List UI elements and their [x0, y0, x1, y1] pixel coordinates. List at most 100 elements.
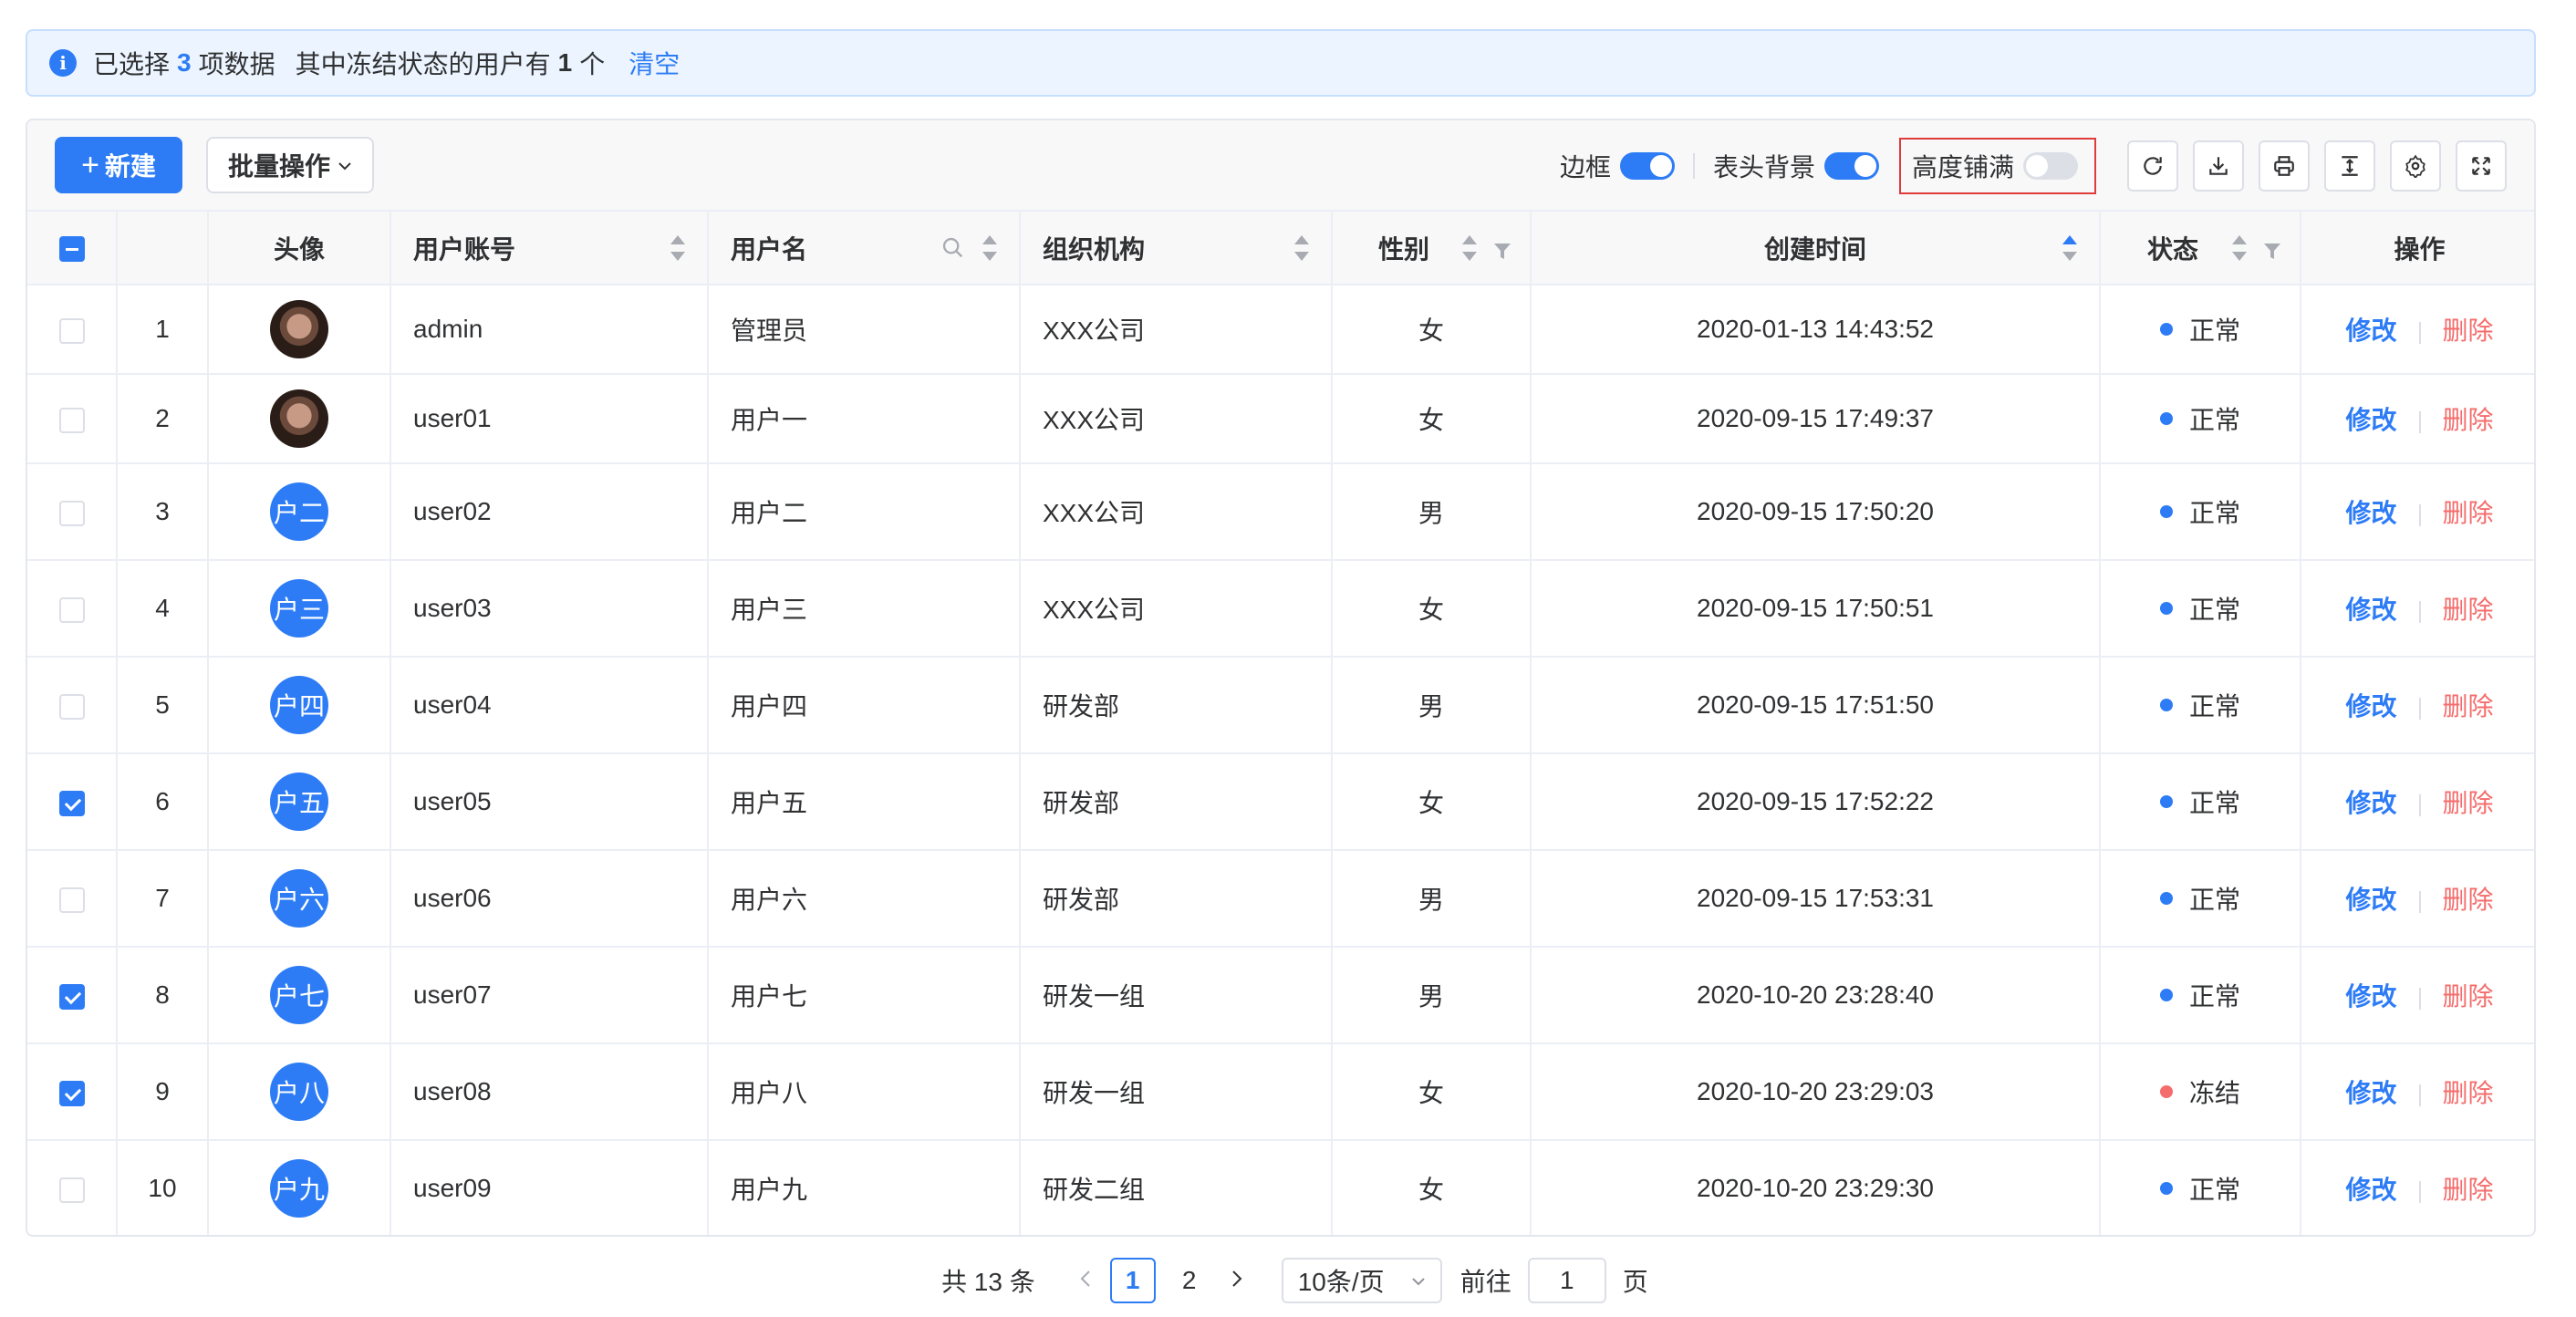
border-switch[interactable]	[1619, 152, 1675, 180]
table-row: 10 户九 user09 用户九 研发二组女 2020-10-20 23:29:30 正常 修…	[27, 1140, 2534, 1235]
status-header-label: 状态	[2146, 234, 2198, 264]
row-index: 6	[117, 753, 209, 851]
status-header[interactable]: 状态	[2100, 212, 2301, 285]
row-checkbox[interactable]	[58, 983, 85, 1010]
sort-icon[interactable]	[2062, 235, 2077, 261]
height-fill-switch[interactable]	[2023, 152, 2078, 180]
sort-icon[interactable]	[982, 235, 997, 261]
edit-link[interactable]: 修改	[2345, 789, 2396, 817]
download-icon[interactable]	[2193, 140, 2244, 192]
edit-link[interactable]: 修改	[2345, 596, 2396, 624]
settings-icon[interactable]	[2390, 140, 2441, 192]
status-badge: 正常	[2188, 316, 2240, 345]
row-checkbox[interactable]	[58, 693, 85, 720]
avatar-cell: 户六	[208, 850, 391, 948]
edit-link[interactable]: 修改	[2345, 1176, 2396, 1204]
avatar-cell	[208, 374, 391, 464]
page-size-select[interactable]: 10条/页	[1281, 1258, 1442, 1303]
row-checkbox[interactable]	[58, 887, 85, 913]
row-checkbox[interactable]	[58, 1080, 85, 1106]
account-cell: user03	[390, 560, 709, 658]
print-icon[interactable]	[2259, 140, 2310, 192]
refresh-icon[interactable]	[2127, 140, 2178, 192]
header-bg-switch-label: 表头背景	[1712, 153, 1815, 181]
delete-link[interactable]: 删除	[2443, 886, 2494, 914]
row-checkbox[interactable]	[58, 790, 85, 816]
select-all-checkbox[interactable]	[58, 236, 85, 263]
actions-cell: 修改 删除	[2301, 374, 2534, 464]
info-icon: i	[49, 49, 77, 77]
delete-link[interactable]: 删除	[2443, 789, 2494, 817]
row-checkbox[interactable]	[58, 596, 85, 623]
sort-icon[interactable]	[2232, 235, 2247, 261]
gender-header[interactable]: 性别	[1332, 212, 1532, 285]
account-cell: user07	[390, 947, 709, 1044]
edit-link[interactable]: 修改	[2345, 886, 2396, 914]
edit-link[interactable]: 修改	[2345, 316, 2396, 345]
sort-icon[interactable]	[1462, 235, 1477, 261]
row-checkbox[interactable]	[58, 500, 85, 526]
delete-link[interactable]: 删除	[2443, 406, 2494, 434]
batch-operation-dropdown[interactable]: 批量操作	[206, 137, 374, 193]
next-page-icon[interactable]	[1231, 1266, 1243, 1295]
page-2[interactable]: 2	[1167, 1258, 1212, 1303]
status-cell: 正常	[2100, 285, 2301, 375]
row-checkbox[interactable]	[58, 317, 85, 344]
created-header[interactable]: 创建时间	[1531, 212, 2101, 285]
name-header[interactable]: 用户名	[708, 212, 1021, 285]
delete-link[interactable]: 删除	[2443, 982, 2494, 1011]
goto-page-input[interactable]: 1	[1527, 1258, 1606, 1303]
row-checkbox[interactable]	[58, 407, 85, 433]
edit-link[interactable]: 修改	[2345, 692, 2396, 721]
frozen-unit: 个	[579, 50, 606, 78]
account-header[interactable]: 用户账号	[390, 212, 709, 285]
delete-link[interactable]: 删除	[2443, 692, 2494, 721]
row-checkbox[interactable]	[58, 1177, 85, 1203]
avatar: 户五	[270, 773, 328, 831]
edit-link[interactable]: 修改	[2345, 1079, 2396, 1107]
row-select-cell	[27, 560, 118, 658]
density-icon[interactable]	[2324, 140, 2375, 192]
table-row: 4 户三 user03 用户三 XXX公司女 2020-09-15 17:50:51 正常 修…	[27, 560, 2534, 658]
name-cell: 用户一	[708, 374, 1021, 464]
sort-icon[interactable]	[1294, 235, 1309, 261]
filter-icon[interactable]	[1493, 239, 1511, 259]
avatar: 户六	[270, 869, 328, 928]
org-header[interactable]: 组织机构	[1020, 212, 1333, 285]
avatar-cell: 户八	[208, 1043, 391, 1141]
height-fill-highlight: 高度铺满	[1898, 138, 2096, 194]
edit-link[interactable]: 修改	[2345, 406, 2396, 434]
status-dot	[2159, 505, 2173, 518]
row-index: 10	[117, 1140, 209, 1235]
name-cell: 用户四	[708, 657, 1021, 754]
sort-icon[interactable]	[670, 235, 685, 261]
name-header-label: 用户名	[731, 234, 808, 264]
delete-link[interactable]: 删除	[2443, 499, 2494, 527]
status-badge: 正常	[2188, 1176, 2240, 1204]
selection-alert: i 已选择 3 项数据 其中冻结状态的用户有 1 个 清空	[26, 29, 2536, 97]
filter-icon[interactable]	[2263, 239, 2281, 259]
page-1[interactable]: 1	[1109, 1258, 1156, 1303]
account-cell: user06	[390, 850, 709, 948]
clear-selection-link[interactable]: 清空	[628, 45, 680, 81]
prev-page-icon[interactable]	[1079, 1266, 1092, 1295]
delete-link[interactable]: 删除	[2443, 316, 2494, 345]
row-index: 7	[117, 850, 209, 948]
chevron-down-icon	[1411, 1271, 1426, 1291]
search-icon[interactable]	[940, 235, 966, 261]
pagination: 共 13 条 1 2 10条/页 前往 1 页	[941, 1257, 1648, 1304]
edit-link[interactable]: 修改	[2345, 982, 2396, 1011]
name-cell: 用户二	[708, 463, 1021, 561]
actions-cell: 修改 删除	[2301, 850, 2534, 948]
actions-cell: 修改 删除	[2301, 947, 2534, 1044]
name-cell: 用户八	[708, 1043, 1021, 1141]
gender-cell: 女	[1332, 560, 1532, 658]
edit-link[interactable]: 修改	[2345, 499, 2396, 527]
delete-link[interactable]: 删除	[2443, 1176, 2494, 1204]
fullscreen-icon[interactable]	[2456, 140, 2507, 192]
name-cell: 用户九	[708, 1140, 1021, 1235]
new-button[interactable]: + 新建	[55, 137, 182, 193]
delete-link[interactable]: 删除	[2443, 1079, 2494, 1107]
delete-link[interactable]: 删除	[2443, 596, 2494, 624]
header-bg-switch[interactable]	[1823, 152, 1879, 180]
